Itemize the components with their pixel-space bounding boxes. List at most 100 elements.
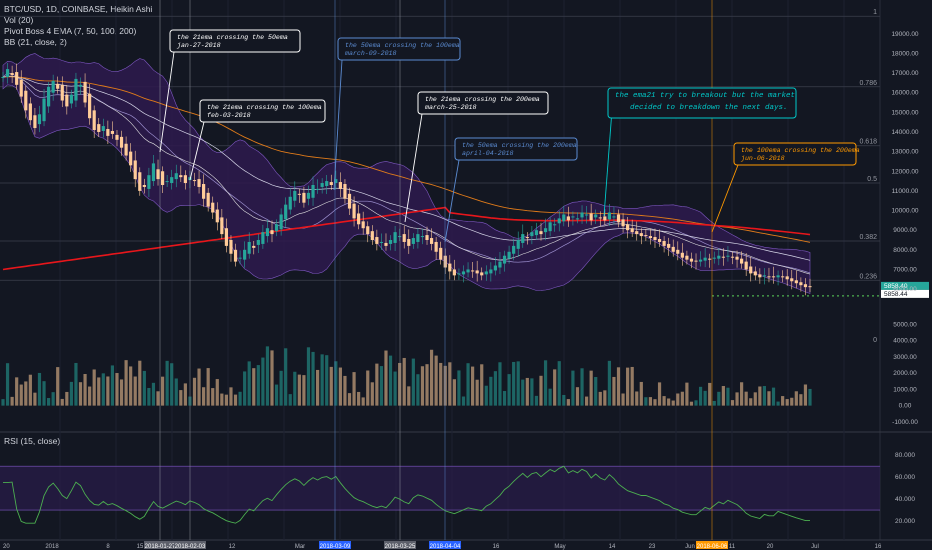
candle-body xyxy=(429,238,434,244)
time-axis-label: 14 xyxy=(609,544,616,550)
candle-body xyxy=(653,237,657,240)
volume-bar xyxy=(179,390,183,406)
candle-body xyxy=(507,251,511,259)
candle-body xyxy=(557,218,561,224)
volume-bar xyxy=(644,397,648,406)
volume-bar xyxy=(165,360,169,406)
volume-bar xyxy=(306,347,311,406)
volume-bar xyxy=(534,395,539,406)
candle-body xyxy=(708,258,712,260)
annotation-text: the 21ema crossing the 100ema xyxy=(207,104,322,111)
candle-body xyxy=(603,216,607,221)
candle-body xyxy=(165,181,169,183)
volume-bar xyxy=(598,391,602,406)
candle-body xyxy=(265,228,270,237)
volume-bar xyxy=(156,391,160,406)
candle-body xyxy=(776,275,780,278)
volume-bar xyxy=(603,390,607,406)
candle-body xyxy=(626,224,630,231)
volume-bar xyxy=(325,355,329,406)
volume-bar xyxy=(521,379,525,406)
volume-bar xyxy=(60,398,64,406)
candle-body xyxy=(202,184,206,199)
volume-bar xyxy=(694,400,698,406)
volume-bar xyxy=(553,369,557,406)
candle-body xyxy=(37,114,42,125)
annotation-text: april-04-2018 xyxy=(462,150,513,157)
volume-bar xyxy=(626,367,630,406)
price-axis-label: 10000.00 xyxy=(891,208,918,215)
volume-bar xyxy=(398,362,402,406)
volume-bar xyxy=(110,365,115,406)
volume-bar xyxy=(753,392,757,406)
time-axis-label: 2018-04-04 xyxy=(430,544,461,550)
volume-bar xyxy=(170,363,174,406)
candle-body xyxy=(516,240,520,249)
volume-bar xyxy=(33,392,37,406)
candle-body xyxy=(740,258,744,264)
candle-body xyxy=(448,263,452,272)
candle-body xyxy=(243,249,247,260)
candle-body xyxy=(133,160,137,180)
volume-bar xyxy=(252,368,256,406)
tradingview-chart[interactable]: 10.7860.6180.50.3820.2365858.405858.4419… xyxy=(0,0,932,550)
candle-body xyxy=(315,188,320,190)
volume-bar xyxy=(183,383,187,406)
price-axis-label: 17000.00 xyxy=(891,70,918,77)
volume-bar xyxy=(129,366,133,406)
candle-body xyxy=(10,73,14,75)
volume-bar xyxy=(320,354,324,406)
volume-bar xyxy=(74,362,78,406)
volume-bar xyxy=(160,376,165,406)
volume-bar xyxy=(69,381,73,406)
candle-body xyxy=(347,193,352,209)
annotation-text: march-09-2018 xyxy=(345,50,396,57)
volume-bar xyxy=(343,375,347,406)
volume-bar xyxy=(238,391,242,406)
candle-body xyxy=(648,236,653,239)
volume-bar xyxy=(539,375,543,406)
candle-body xyxy=(753,271,757,276)
volume-bar xyxy=(42,381,46,406)
time-axis-label: 12 xyxy=(229,544,236,550)
volume-bar xyxy=(799,394,803,406)
volume-bar xyxy=(575,387,580,406)
candle-body xyxy=(46,86,51,107)
time-axis-label: 16 xyxy=(493,544,500,550)
candle-body xyxy=(749,266,753,274)
candle-body xyxy=(744,261,748,270)
fib-level-label: 1 xyxy=(873,9,877,16)
volume-bar xyxy=(708,382,712,406)
candle-body xyxy=(366,226,370,235)
candle-body xyxy=(575,218,580,220)
candle-body xyxy=(667,243,671,248)
volume-bar xyxy=(584,396,589,406)
candle-body xyxy=(461,271,466,275)
candle-body xyxy=(311,185,315,198)
volume-bar xyxy=(293,371,297,406)
candle-body xyxy=(594,214,598,218)
candle-body xyxy=(635,231,639,235)
volume-axis-label: 0.00 xyxy=(899,403,912,410)
candle-body xyxy=(662,240,666,246)
annotation-text: feb-03-2018 xyxy=(207,112,251,119)
volume-bar xyxy=(142,370,146,406)
volume-bar xyxy=(771,387,776,406)
candle-body xyxy=(338,182,342,189)
volume-bar xyxy=(197,368,201,406)
volume-bar xyxy=(471,366,475,406)
volume-bar xyxy=(51,392,55,406)
annotation-pointer xyxy=(603,109,613,217)
candle-body xyxy=(471,270,475,272)
candle-body xyxy=(284,204,288,220)
volume-bar xyxy=(703,390,707,406)
volume-bar xyxy=(548,388,552,406)
volume-bar xyxy=(124,360,128,406)
annotation-text: the 50ema crossing the 100ema xyxy=(345,42,460,49)
volume-bar xyxy=(566,399,570,406)
candle-body xyxy=(680,252,684,258)
volume-bar xyxy=(420,366,425,406)
candle-body xyxy=(215,209,219,223)
price-axis-label: 15000.00 xyxy=(891,109,918,116)
volume-bar xyxy=(607,360,611,406)
